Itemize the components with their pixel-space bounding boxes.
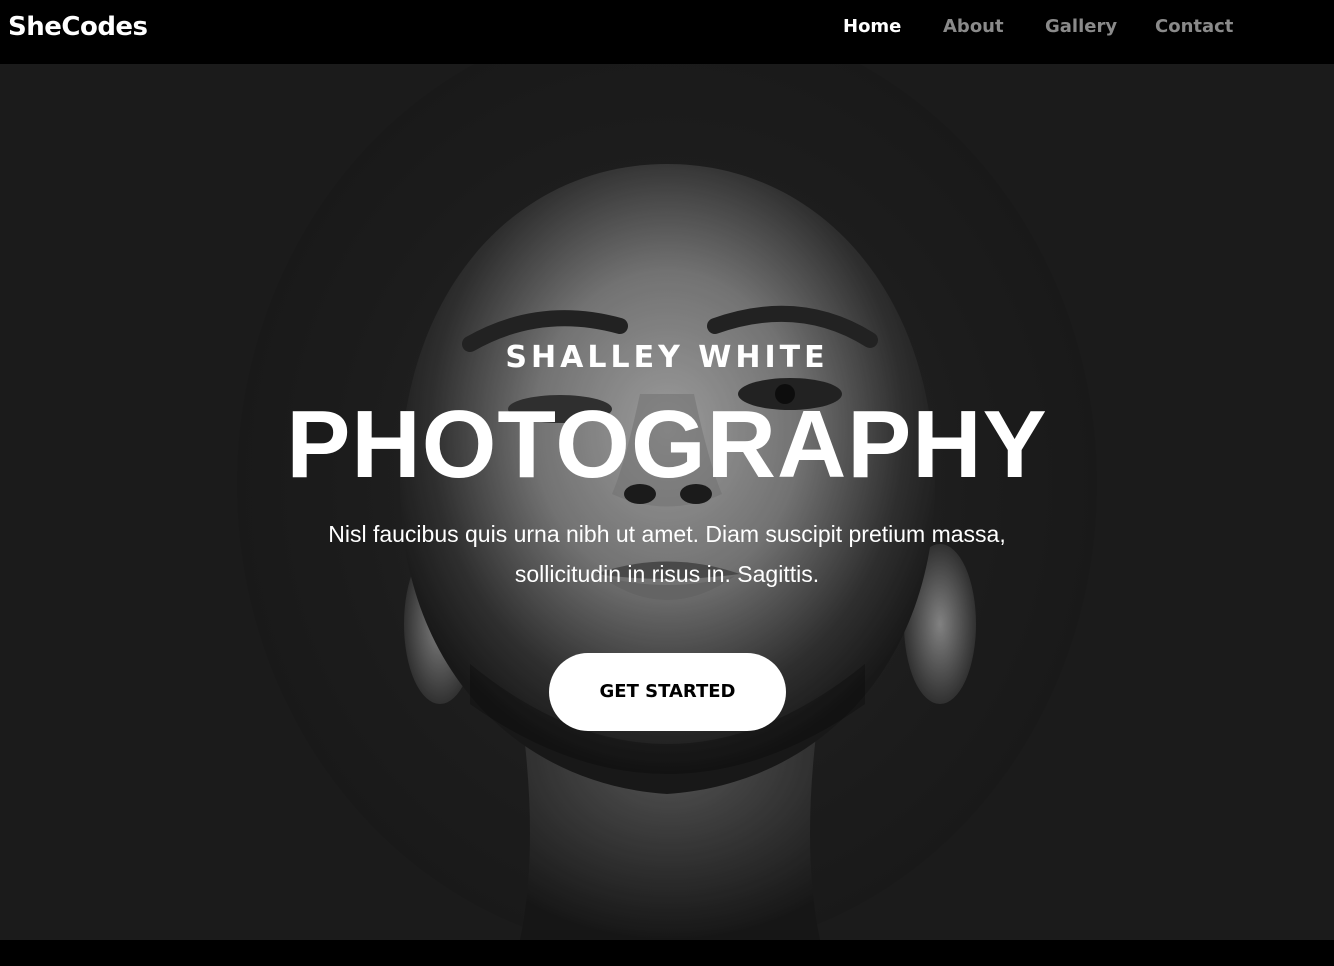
hero-overlay — [0, 64, 1334, 940]
nav-link-gallery[interactable]: Gallery — [1045, 14, 1117, 40]
navbar: SheCodes Home About Gallery Contact — [0, 0, 1334, 64]
get-started-button[interactable]: GET STARTED — [549, 653, 786, 731]
hero-description: Nisl faucibus quis urna nibh ut amet. Di… — [328, 521, 1006, 587]
nav-link-about[interactable]: About — [943, 14, 1004, 40]
hero-subtitle: SHALLEY WHITE — [505, 340, 829, 375]
nav-link-home[interactable]: Home — [843, 14, 901, 40]
hero-title: PHOTOGRAPHY — [286, 391, 1048, 498]
footer-strip — [0, 940, 1334, 966]
hero-section: SHALLEY WHITE PHOTOGRAPHY Nisl faucibus … — [0, 64, 1334, 940]
brand-logo[interactable]: SheCodes — [8, 10, 148, 44]
nav-link-contact[interactable]: Contact — [1155, 14, 1233, 40]
